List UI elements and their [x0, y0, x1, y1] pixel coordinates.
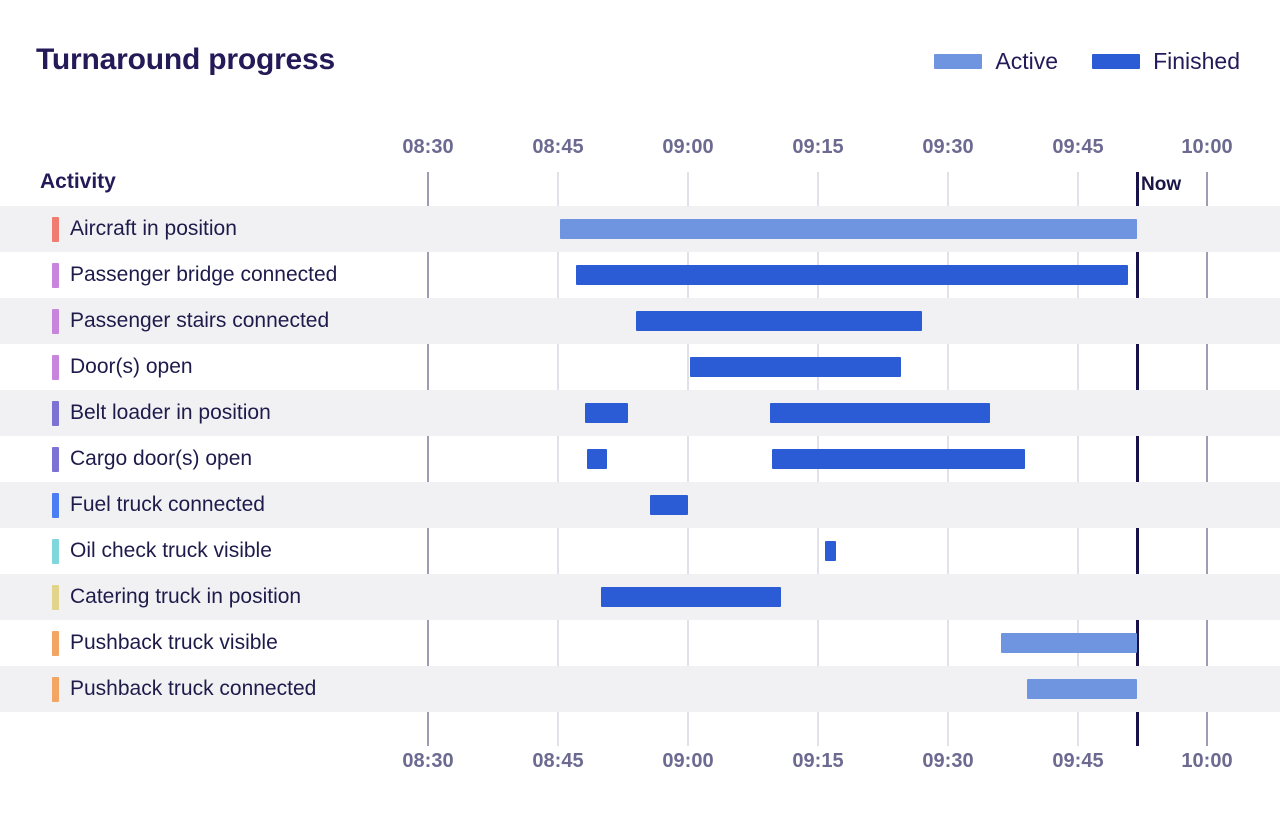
row-label-activity: Aircraft in position: [70, 217, 237, 240]
axis-tick-label: 09:30: [922, 136, 974, 158]
gantt-row[interactable]: Belt loader in position: [0, 390, 1280, 436]
gantt-bar-finished[interactable]: [585, 403, 628, 423]
axis-top: 08:30 08:45 09:00 09:15 09:30 09:45 10:00: [0, 136, 1280, 162]
legend-item-active[interactable]: Active: [934, 48, 1058, 75]
row-label-activity: Catering truck in position: [70, 585, 302, 608]
gantt-row[interactable]: Passenger bridge connected: [0, 252, 1280, 298]
gantt-bar-finished[interactable]: [636, 311, 922, 331]
gantt-bar-finished[interactable]: [576, 265, 1128, 285]
legend-label: Active: [995, 48, 1059, 74]
gantt-row[interactable]: Aircraft in position: [0, 206, 1280, 252]
gantt-bar-finished[interactable]: [601, 587, 781, 607]
gantt-bar-finished[interactable]: [587, 449, 607, 469]
row-label-activity: Passenger stairs connected: [70, 309, 330, 332]
row-label-activity: Pushback truck visible: [70, 631, 278, 654]
axis-tick-label: 09:30: [922, 750, 974, 772]
row-accent-swatch: [52, 447, 59, 472]
gantt-chart: 08:30 08:45 09:00 09:15 09:30 09:45 10:00 Acti…: [0, 120, 1280, 834]
row-accent-swatch: [52, 539, 59, 564]
column-header-activity: Activity: [40, 170, 116, 193]
page-title: Turnaround progress: [36, 43, 335, 76]
axis-tick-label: 09:00: [662, 750, 714, 772]
row-label-activity: Belt loader in position: [70, 401, 271, 424]
row-accent-swatch: [52, 677, 59, 702]
row-accent-swatch: [52, 309, 59, 334]
gantt-bar-finished[interactable]: [690, 357, 901, 377]
row-label-activity: Pushback truck connected: [70, 677, 317, 700]
row-label-activity: Door(s) open: [70, 355, 193, 378]
gantt-row[interactable]: Pushback truck visible: [0, 620, 1280, 666]
legend-label: Finished: [1153, 48, 1240, 74]
axis-tick-label: 09:00: [662, 136, 714, 158]
axis-tick-label: 09:15: [792, 136, 844, 158]
legend: Active Finished: [934, 48, 1240, 75]
axis-tick-label: 08:30: [402, 750, 454, 772]
row-label-activity: Fuel truck connected: [70, 493, 265, 516]
legend-item-finished[interactable]: Finished: [1092, 48, 1240, 75]
gantt-bar-active[interactable]: [1001, 633, 1137, 653]
gantt-row[interactable]: Passenger stairs connected: [0, 298, 1280, 344]
axis-tick-label: 08:45: [532, 136, 584, 158]
gantt-row[interactable]: Catering truck in position: [0, 574, 1280, 620]
axis-tick-label: 09:15: [792, 750, 844, 772]
axis-bottom: 08:30 08:45 09:00 09:15 09:30 09:45 10:00: [0, 750, 1280, 776]
row-accent-swatch: [52, 631, 59, 656]
gantt-bar-active[interactable]: [1027, 679, 1137, 699]
gantt-row[interactable]: Cargo door(s) open: [0, 436, 1280, 482]
row-accent-swatch: [52, 493, 59, 518]
axis-tick-label: 10:00: [1181, 136, 1233, 158]
axis-tick-label: 08:45: [532, 750, 584, 772]
gantt-bar-finished[interactable]: [825, 541, 836, 561]
gantt-bar-active[interactable]: [560, 219, 1137, 239]
gantt-row[interactable]: Oil check truck visible: [0, 528, 1280, 574]
gantt-bar-finished[interactable]: [772, 449, 1025, 469]
axis-tick-label: 08:30: [402, 136, 454, 158]
gantt-row[interactable]: Pushback truck connected: [0, 666, 1280, 712]
row-accent-swatch: [52, 401, 59, 426]
axis-tick-label: 09:45: [1052, 750, 1104, 772]
gantt-row[interactable]: Fuel truck connected: [0, 482, 1280, 528]
axis-tick-label: 09:45: [1052, 136, 1104, 158]
legend-swatch-finished: [1092, 54, 1141, 69]
row-accent-swatch: [52, 585, 59, 610]
row-label-activity: Cargo door(s) open: [70, 447, 253, 470]
gantt-bar-finished[interactable]: [770, 403, 990, 423]
row-label-activity: Passenger bridge connected: [70, 263, 338, 286]
row-label-activity: Oil check truck visible: [70, 539, 272, 562]
gantt-row[interactable]: Door(s) open: [0, 344, 1280, 390]
row-accent-swatch: [52, 263, 59, 288]
row-accent-swatch: [52, 355, 59, 380]
row-accent-swatch: [52, 217, 59, 242]
axis-tick-label: 10:00: [1181, 750, 1233, 772]
gantt-bar-finished[interactable]: [650, 495, 688, 515]
chart-header: Turnaround progress Active Finished: [0, 0, 1280, 120]
now-label: Now: [1141, 174, 1182, 195]
legend-swatch-active: [934, 54, 983, 69]
gantt-rows: Aircraft in position Passenger bridge con…: [0, 206, 1280, 712]
